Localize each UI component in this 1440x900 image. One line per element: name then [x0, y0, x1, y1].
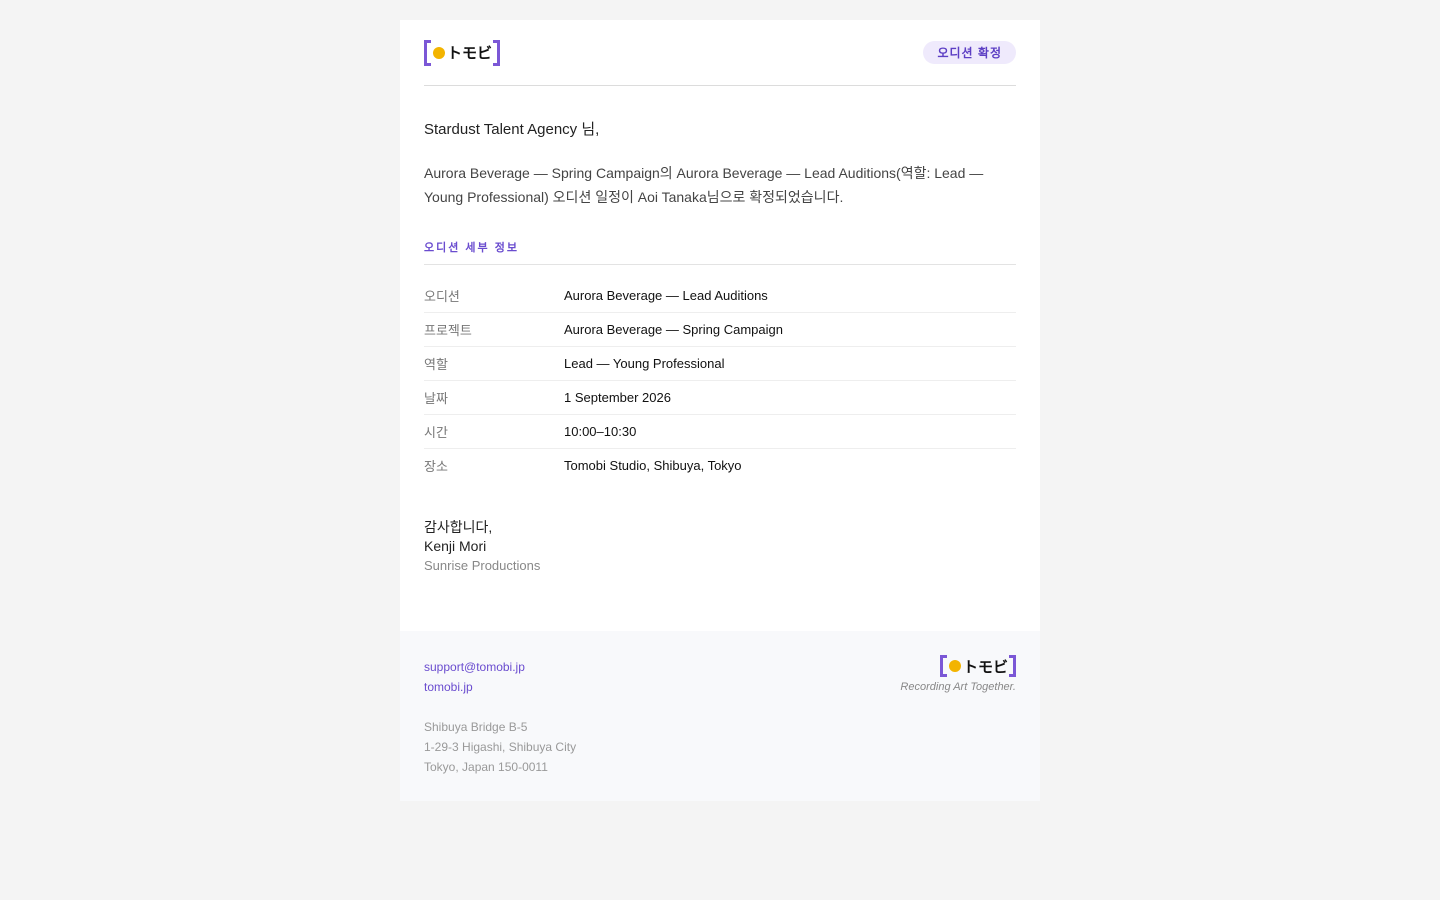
- detail-label: 오디션: [424, 289, 460, 304]
- detail-value: 10:00–10:30: [564, 424, 637, 439]
- detail-value: Aurora Beverage — Spring Campaign: [564, 322, 783, 337]
- logo-dot-icon: [433, 46, 445, 59]
- detail-label: 시간: [424, 425, 448, 440]
- detail-value: Lead — Young Professional: [564, 356, 725, 371]
- logo-bracket-left: [424, 39, 431, 66]
- detail-value: Tomobi Studio, Shibuya, Tokyo: [564, 458, 742, 473]
- signoff: 감사합니다, Kenji Mori Sunrise Productions: [424, 518, 1016, 575]
- logo-bracket-left: [939, 655, 947, 677]
- email-footer: support@tomobi.jp tomobi.jp Shibuya Brid…: [400, 631, 1040, 801]
- logo-dot-icon: [948, 660, 961, 672]
- signoff-thanks: 감사합니다,: [424, 519, 493, 535]
- detail-value: 1 September 2026: [564, 390, 671, 405]
- tomobi-logo: トモビ: [424, 39, 501, 66]
- address-line: Shibuya Bridge B-5: [424, 720, 528, 734]
- email-container: トモビ 오디션 확정 Stardust Talent Agency 님, Aur…: [400, 20, 1040, 801]
- details-table: 오디션 Aurora Beverage — Lead Auditions 프로젝…: [424, 279, 1016, 482]
- detail-row-audition: 오디션 Aurora Beverage — Lead Auditions: [424, 279, 1016, 313]
- body-text: Aurora Beverage — Spring Campaign의 Auror…: [424, 165, 984, 205]
- logo-text: トモビ: [962, 658, 1008, 676]
- section-title: 오디션 세부 정보: [424, 239, 1016, 265]
- detail-row-project: 프로젝트 Aurora Beverage — Spring Campaign: [424, 313, 1016, 347]
- logo-text: トモビ: [447, 45, 493, 62]
- signoff-company: Sunrise Productions: [424, 558, 541, 573]
- footer-logo: トモビ: [900, 655, 1016, 677]
- logo-bracket-right: [1009, 655, 1016, 677]
- footer-brand: トモビ Recording Art Together.: [900, 655, 1016, 693]
- email-header: トモビ 오디션 확정: [424, 20, 1016, 86]
- tagline: Recording Art Together.: [900, 681, 1016, 693]
- greeting: Stardust Talent Agency 님,: [424, 121, 600, 138]
- footer-address: Shibuya Bridge B-5 1-29-3 Higashi, Shibu…: [424, 717, 1016, 777]
- detail-row-time: 시간 10:00–10:30: [424, 415, 1016, 449]
- email-main: トモビ 오디션 확정 Stardust Talent Agency 님, Aur…: [400, 20, 1040, 575]
- detail-label: 장소: [424, 459, 448, 474]
- detail-row-date: 날짜 1 September 2026: [424, 381, 1016, 415]
- address-line: 1-29-3 Higashi, Shibuya City: [424, 740, 577, 754]
- detail-value: Aurora Beverage — Lead Auditions: [564, 288, 768, 303]
- detail-row-location: 장소 Tomobi Studio, Shibuya, Tokyo: [424, 449, 1016, 482]
- signoff-name: Kenji Mori: [424, 538, 487, 554]
- detail-label: 날짜: [424, 391, 448, 406]
- status-badge: 오디션 확정: [923, 41, 1016, 64]
- detail-label: 프로젝트: [424, 323, 472, 338]
- detail-row-role: 역할 Lead — Young Professional: [424, 347, 1016, 381]
- address-line: Tokyo, Japan 150-0011: [424, 760, 548, 774]
- logo-bracket-right: [493, 39, 501, 66]
- detail-label: 역할: [424, 357, 448, 372]
